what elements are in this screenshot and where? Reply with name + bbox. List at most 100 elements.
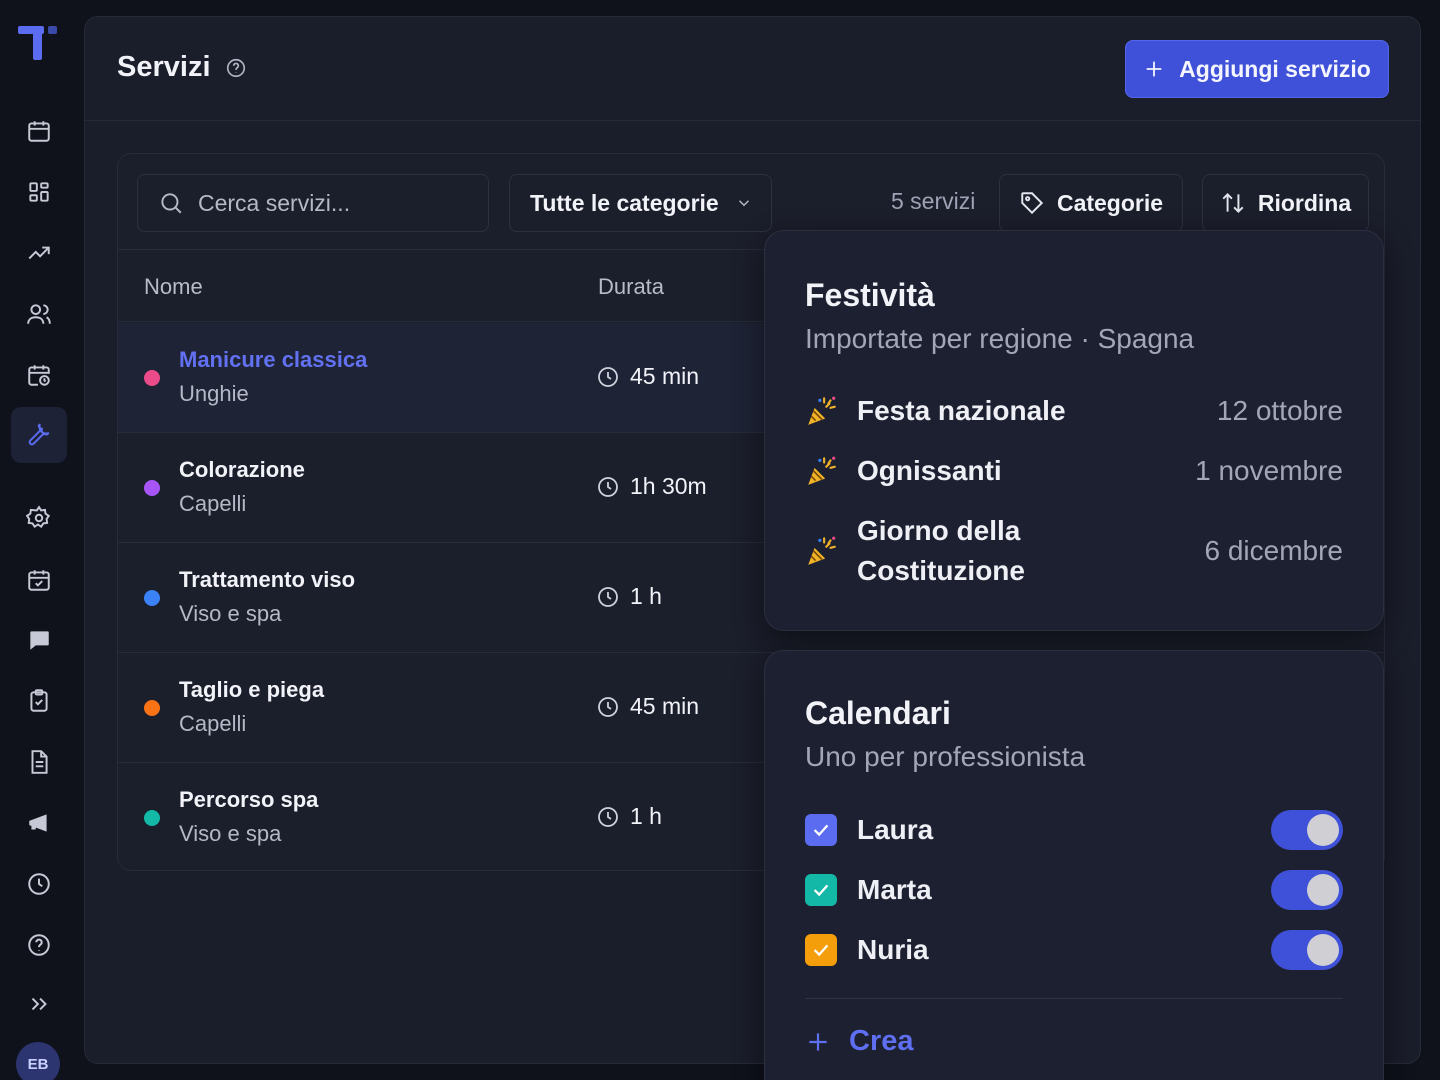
document-icon: [31, 750, 48, 774]
duration-value: 1 h: [630, 583, 662, 609]
calendar-item: Nuria: [805, 930, 1343, 970]
service-category: Capelli: [179, 491, 247, 516]
nav-messages[interactable]: [11, 612, 67, 668]
calendars-title: Calendari: [805, 695, 951, 731]
nav-settings[interactable]: [11, 490, 67, 546]
wrench-icon: [28, 423, 50, 446]
service-category: Unghie: [179, 381, 249, 406]
nav-help[interactable]: [11, 917, 67, 973]
plus-icon: [1146, 61, 1162, 77]
calendar-check-icon: [28, 570, 50, 591]
sidebar: EB: [0, 0, 78, 1080]
reorder-label: Riordina: [1257, 189, 1352, 216]
calendar-item: Laura: [805, 810, 1343, 850]
categories-label: Categorie: [1056, 189, 1164, 216]
nav-tasks[interactable]: [11, 673, 67, 729]
service-category: Viso e spa: [179, 601, 282, 626]
clock-icon: [598, 806, 618, 827]
service-duration: 1h 30m: [596, 473, 707, 500]
check-icon: [813, 824, 829, 837]
duration-value: 45 min: [630, 693, 700, 719]
sort-arrows-icon: [1222, 192, 1244, 214]
nav-marketing[interactable]: [11, 795, 67, 851]
category-select[interactable]: Tutte le categorie: [509, 174, 772, 232]
calendar-name: Marta: [857, 874, 932, 905]
calendar-item: Marta: [805, 870, 1343, 910]
service-duration: 45 min: [596, 363, 699, 390]
duration-value: 1 h: [630, 803, 662, 829]
search-box[interactable]: [137, 174, 489, 232]
nav-services[interactable]: [11, 407, 67, 463]
trending-up-icon: [28, 246, 50, 260]
chevrons-right-icon: [31, 997, 47, 1011]
holiday-item: Giorno della Costituzione 6 dicembre: [805, 511, 1343, 591]
service-name[interactable]: Trattamento viso: [179, 567, 355, 593]
holiday-name: Giorno della Costituzione: [857, 515, 1025, 586]
duration-value: 45 min: [630, 363, 700, 389]
service-name[interactable]: Percorso spa: [179, 787, 318, 813]
service-category: Capelli: [179, 711, 247, 736]
nav-schedule[interactable]: [11, 347, 67, 403]
calendar-toggle[interactable]: [1271, 870, 1343, 910]
holidays-title: Festività: [805, 277, 935, 313]
column-header-name[interactable]: Nome: [144, 274, 203, 300]
categories-button[interactable]: Categorie: [999, 174, 1183, 232]
expand-sidebar-button[interactable]: [11, 976, 67, 1032]
service-name[interactable]: Colorazione: [179, 457, 305, 483]
nav-clients[interactable]: [11, 286, 67, 342]
holiday-date: 1 novembre: [1195, 455, 1343, 486]
services-count: 5 servizi: [891, 188, 976, 214]
calendar-toggle[interactable]: [1271, 810, 1343, 850]
nav-history[interactable]: [11, 856, 67, 912]
category-color-dot: [144, 370, 160, 386]
clock-icon: [598, 366, 618, 387]
holiday-name: Festa nazionale: [857, 395, 1066, 426]
column-header-duration[interactable]: Durata: [598, 274, 664, 300]
holiday-date: 6 dicembre: [1204, 535, 1343, 566]
clock-icon: [28, 873, 50, 895]
holiday-date: 12 ottobre: [1216, 395, 1343, 426]
calendar-checkbox[interactable]: [805, 814, 837, 846]
calendar-checkbox[interactable]: [805, 874, 837, 906]
app-logo[interactable]: [18, 26, 60, 64]
nav-documents[interactable]: [11, 734, 67, 790]
chat-icon: [30, 631, 49, 650]
page-title: Servizi: [117, 51, 211, 83]
divider: [805, 998, 1343, 999]
calendar-toggle[interactable]: [1271, 930, 1343, 970]
reorder-button[interactable]: Riordina: [1202, 174, 1369, 232]
category-color-dot: [144, 700, 160, 716]
calendar-checkbox[interactable]: [805, 934, 837, 966]
party-popper-icon: [808, 536, 836, 565]
category-color-dot: [144, 810, 160, 826]
holiday-item: Ognissanti 1 novembre: [805, 451, 1343, 491]
service-name[interactable]: Manicure classica: [179, 347, 367, 373]
service-name[interactable]: Taglio e piega: [179, 677, 324, 703]
add-service-button[interactable]: Aggiungi servizio: [1125, 40, 1389, 98]
nav-calendar[interactable]: [11, 103, 67, 159]
nav-bookings[interactable]: [11, 552, 67, 608]
calendars-subtitle: Uno per professionista: [805, 741, 1086, 772]
nav-analytics[interactable]: [11, 225, 67, 281]
search-input[interactable]: [198, 189, 458, 217]
nav-dashboard[interactable]: [11, 164, 67, 220]
clock-icon: [598, 586, 618, 607]
help-icon[interactable]: [225, 57, 247, 79]
clipboard-check-icon: [30, 689, 48, 712]
search-icon: [161, 193, 182, 214]
gear-icon: [26, 505, 51, 529]
category-color-dot: [144, 590, 160, 606]
avatar[interactable]: EB: [16, 1042, 60, 1080]
calendar-name: Nuria: [857, 934, 929, 965]
category-color-dot: [144, 480, 160, 496]
page-header: Servizi Aggiungi servizio: [85, 17, 1420, 121]
create-calendar-button[interactable]: Crea: [805, 1025, 914, 1058]
check-icon: [813, 884, 829, 897]
add-service-label: Aggiungi servizio: [1179, 55, 1371, 82]
duration-value: 1h 30m: [630, 473, 707, 499]
holidays-popover: Festività Importate per regione · Spagna…: [764, 230, 1384, 631]
tag-icon: [1021, 192, 1044, 215]
calendar-clock-icon: [28, 365, 50, 386]
calendars-popover: Calendari Uno per professionista Laura M…: [764, 650, 1384, 1080]
party-popper-icon: [808, 456, 836, 485]
